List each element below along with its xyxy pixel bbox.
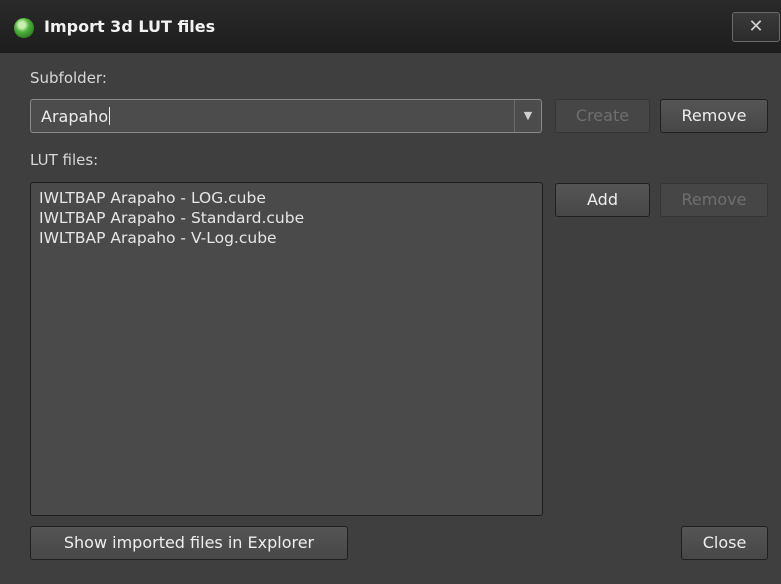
title-bar: Import 3d LUT files ✕ bbox=[0, 0, 781, 54]
create-subfolder-button[interactable]: Create bbox=[555, 99, 650, 133]
list-item[interactable]: IWLTBAP Arapaho - V-Log.cube bbox=[39, 228, 542, 248]
show-in-explorer-button[interactable]: Show imported files in Explorer bbox=[30, 526, 348, 560]
dialog-body: Subfolder: Arapaho ▼ Create Remove LUT f… bbox=[0, 53, 781, 584]
close-icon: ✕ bbox=[748, 16, 764, 37]
remove-subfolder-button[interactable]: Remove bbox=[660, 99, 768, 133]
lut-files-label: LUT files: bbox=[30, 151, 99, 169]
app-logo-icon bbox=[14, 18, 34, 38]
subfolder-value: Arapaho bbox=[41, 107, 109, 126]
subfolder-label: Subfolder: bbox=[30, 69, 107, 87]
dropdown-toggle[interactable]: ▼ bbox=[514, 100, 541, 132]
close-button[interactable]: Close bbox=[681, 526, 768, 560]
chevron-down-icon: ▼ bbox=[523, 109, 533, 122]
add-lut-button[interactable]: Add bbox=[555, 183, 650, 217]
subfolder-value-wrap: Arapaho bbox=[41, 107, 111, 126]
text-caret bbox=[109, 107, 111, 125]
window-close-button[interactable]: ✕ bbox=[732, 12, 780, 42]
subfolder-combobox[interactable]: Arapaho ▼ bbox=[30, 99, 542, 133]
window-title: Import 3d LUT files bbox=[44, 17, 216, 36]
list-item[interactable]: IWLTBAP Arapaho - LOG.cube bbox=[39, 188, 542, 208]
list-item[interactable]: IWLTBAP Arapaho - Standard.cube bbox=[39, 208, 542, 228]
lut-files-list[interactable]: IWLTBAP Arapaho - LOG.cube IWLTBAP Arapa… bbox=[30, 182, 543, 516]
remove-lut-button[interactable]: Remove bbox=[660, 183, 768, 217]
